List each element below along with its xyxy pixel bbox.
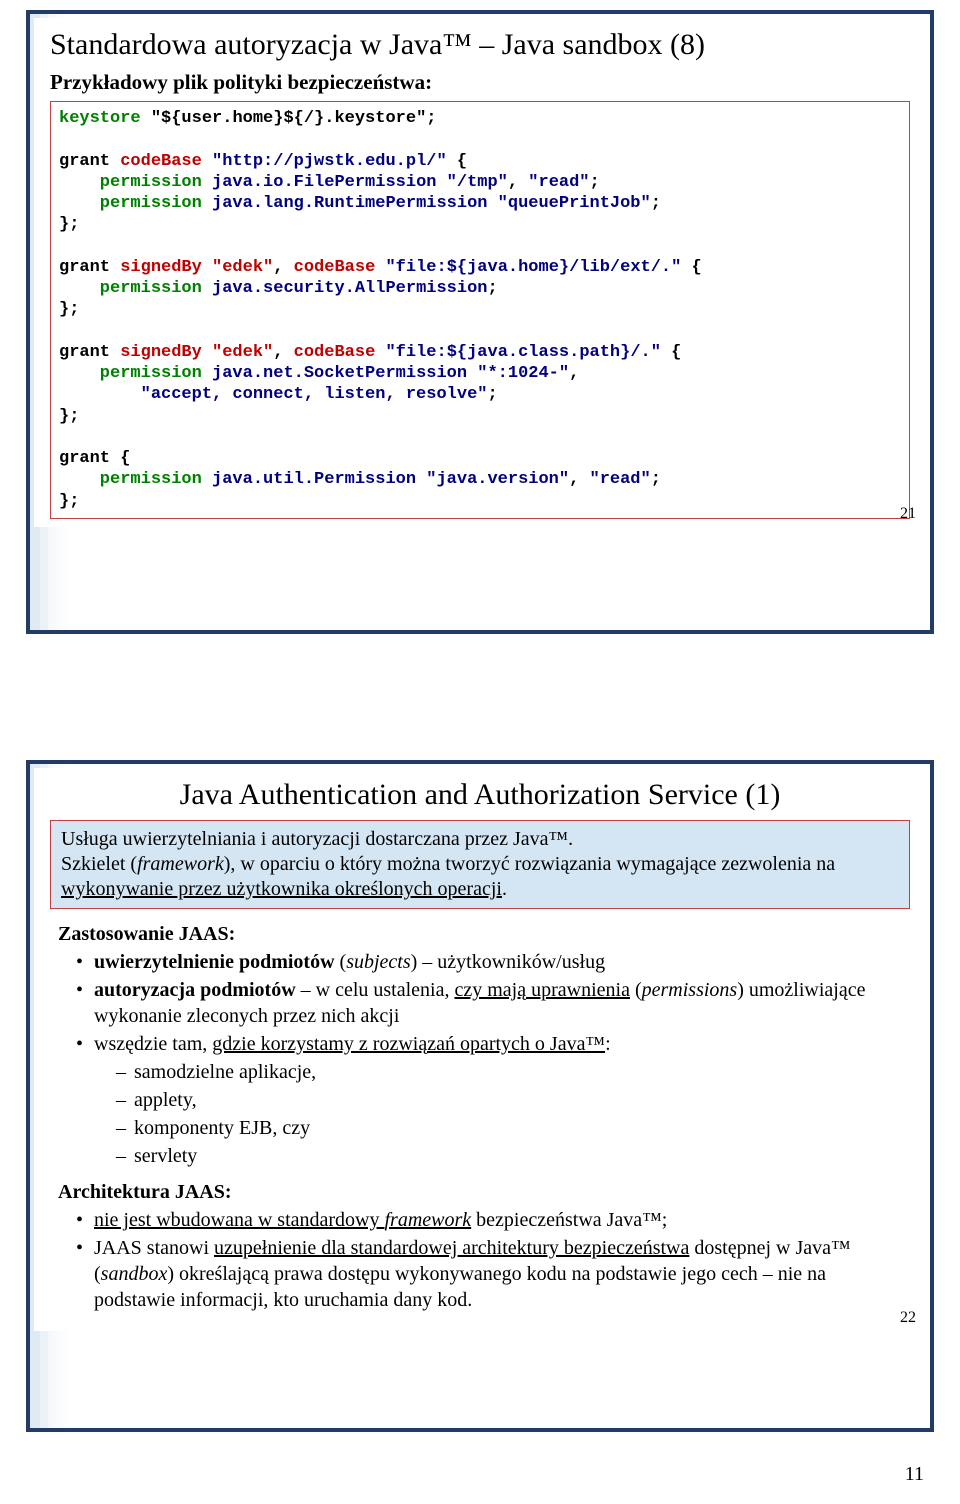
slide-title: Java Authentication and Authorization Se…: [50, 778, 910, 812]
slide-2: Java Authentication and Authorization Se…: [26, 760, 934, 1432]
list-item: JAAS stanowi uzupełnienie dla standardow…: [76, 1235, 902, 1313]
slide-page-number: 22: [900, 1309, 916, 1327]
intro-box: Usługa uwierzytelniania i autoryzacji do…: [50, 820, 910, 909]
list-item: samodzielne aplikacje,: [116, 1059, 902, 1085]
list-item: wszędzie tam, gdzie korzystamy z rozwiąz…: [76, 1031, 902, 1169]
list-item: autoryzacja podmiotów – w celu ustalenia…: [76, 977, 902, 1029]
list-item: uwierzytelnienie podmiotów (subjects) – …: [76, 949, 902, 975]
code-block: keystore "${user.home}${/}.keystore"; gr…: [50, 101, 910, 519]
section-heading: Zastosowanie JAAS:: [58, 921, 902, 947]
slide-page-number: 21: [900, 505, 916, 523]
list-item: applety,: [116, 1087, 902, 1113]
body-text: Zastosowanie JAAS: uwierzytelnienie podm…: [50, 921, 910, 1313]
slide-subtitle: Przykładowy plik polityki bezpieczeństwa…: [50, 70, 910, 95]
slide-1: Standardowa autoryzacja w Java™ – Java s…: [26, 10, 934, 634]
slide-title: Standardowa autoryzacja w Java™ – Java s…: [50, 28, 910, 62]
list-item: komponenty EJB, czy: [116, 1115, 902, 1141]
page-footer-number: 11: [905, 1463, 924, 1486]
list-item: nie jest wbudowana w standardowy framewo…: [76, 1207, 902, 1233]
list-item: servlety: [116, 1143, 902, 1169]
section-heading: Architektura JAAS:: [58, 1179, 902, 1205]
